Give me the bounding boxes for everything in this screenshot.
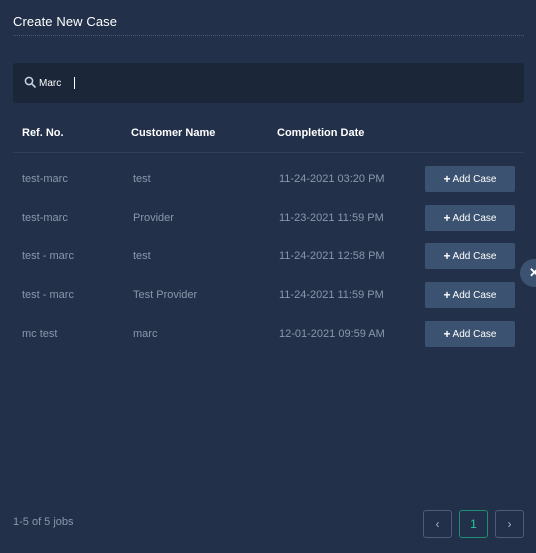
ref-cell: test - marc [22,250,74,262]
customer-cell: test [133,173,151,185]
table-header: Ref. No. Customer Name Completion Date [13,127,524,143]
ref-cell: test-marc [22,173,68,185]
add-case-button[interactable]: + Add Case [425,243,515,269]
date-cell: 11-23-2021 11:59 PM [279,212,384,224]
plus-icon: + [443,172,451,186]
header-divider [13,152,524,153]
table-row: test - marc Test Provider 11-24-2021 11:… [13,282,524,308]
plus-icon: + [443,327,451,341]
add-case-label: Add Case [452,289,497,301]
search-input[interactable] [39,74,499,92]
add-case-button[interactable]: + Add Case [425,282,515,308]
page-number-button[interactable]: 1 [459,510,488,538]
date-cell: 11-24-2021 12:58 PM [279,250,385,262]
customer-cell: Provider [133,212,174,224]
search-icon [24,76,36,88]
add-case-button[interactable]: + Add Case [425,166,515,192]
ref-cell: mc test [22,328,58,340]
column-header-date: Completion Date [277,127,365,139]
close-icon: ✕ [529,265,536,280]
date-cell: 11-24-2021 11:59 PM [279,289,384,301]
results-count: 1-5 of 5 jobs [13,516,74,528]
title-divider [13,35,524,36]
add-case-label: Add Case [452,212,497,224]
chevron-left-icon: ‹ [435,517,440,531]
previous-page-button[interactable]: ‹ [423,510,452,538]
ref-cell: test-marc [22,212,68,224]
add-case-label: Add Case [452,250,497,262]
ref-cell: test - marc [22,289,74,301]
page-title: Create New Case [13,14,118,29]
plus-icon: + [443,288,451,302]
column-header-ref: Ref. No. [22,127,64,139]
add-case-button[interactable]: + Add Case [425,205,515,231]
customer-cell: Test Provider [133,289,198,301]
table-row: test-marc Provider 11-23-2021 11:59 PM +… [13,205,524,231]
chevron-right-icon: › [507,517,512,531]
add-case-label: Add Case [452,173,497,185]
table-row: mc test marc 12-01-2021 09:59 AM + Add C… [13,321,524,347]
column-header-customer: Customer Name [131,127,216,139]
next-page-button[interactable]: › [495,510,524,538]
table-row: test-marc test 11-24-2021 03:20 PM + Add… [13,166,524,192]
plus-icon: + [443,249,451,263]
add-case-label: Add Case [452,328,497,340]
customer-cell: test [133,250,151,262]
date-cell: 11-24-2021 03:20 PM [279,173,385,185]
plus-icon: + [443,211,451,225]
table-row: test - marc test 11-24-2021 12:58 PM + A… [13,243,524,269]
date-cell: 12-01-2021 09:59 AM [279,328,385,340]
add-case-button[interactable]: + Add Case [425,321,515,347]
customer-cell: marc [133,328,158,340]
text-caret [74,77,75,89]
search-box[interactable] [13,63,524,103]
